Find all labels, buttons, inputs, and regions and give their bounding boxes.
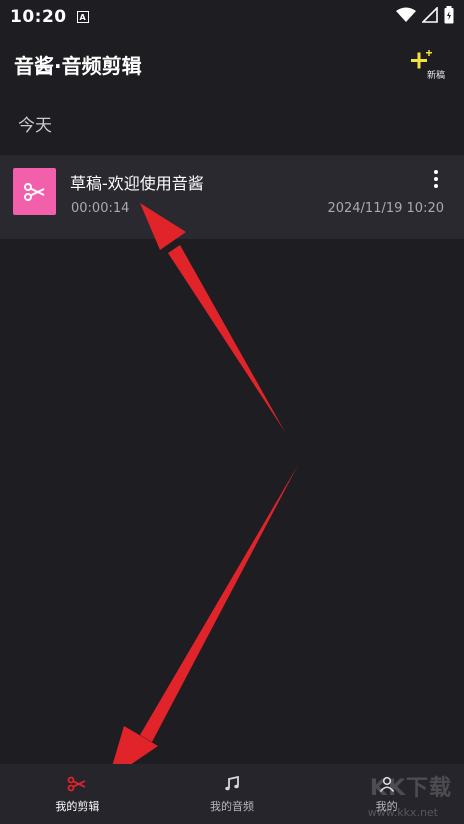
tab-label: 我的剪辑 xyxy=(55,800,100,813)
app-title: 音酱·音频剪辑 xyxy=(14,54,142,78)
watermark-logo: KK下载 xyxy=(369,776,452,801)
tab-my-audio[interactable]: 我的音频 xyxy=(155,764,310,824)
scissors-icon xyxy=(23,182,44,201)
arrow-to-my-edits-tab xyxy=(108,465,298,780)
app-notification-icon: A xyxy=(76,11,89,23)
new-draft-label: 新稿 xyxy=(427,71,446,81)
tab-my-edits[interactable]: 我的剪辑 xyxy=(0,764,155,824)
watermark-url: www.kkx.net xyxy=(367,806,438,819)
status-time: 10:20 xyxy=(10,7,67,27)
tab-label: 我的音频 xyxy=(210,800,254,813)
more-options-icon[interactable] xyxy=(430,167,442,191)
draft-list-item[interactable]: 草稿-欢迎使用音酱 00:00:14 2024/11/19 10:20 xyxy=(0,155,464,239)
battery-icon xyxy=(444,6,454,24)
scissors-icon xyxy=(67,774,87,794)
wifi-icon xyxy=(396,7,416,22)
status-icons xyxy=(396,6,454,24)
cellular-signal-icon xyxy=(422,7,438,23)
draft-title: 草稿-欢迎使用音酱 xyxy=(70,174,204,193)
music-note-icon xyxy=(222,774,242,794)
draft-date: 2024/11/19 10:20 xyxy=(327,201,444,216)
new-draft-button[interactable]: 新稿 xyxy=(410,44,450,81)
draft-thumbnail xyxy=(13,168,56,215)
app-header: 音酱·音频剪辑 新稿 xyxy=(0,38,464,88)
status-bar: 10:20 A xyxy=(0,0,464,34)
draft-duration: 00:00:14 xyxy=(71,201,130,216)
annotation-arrows xyxy=(108,203,298,780)
section-header-today: 今天 xyxy=(18,116,52,136)
